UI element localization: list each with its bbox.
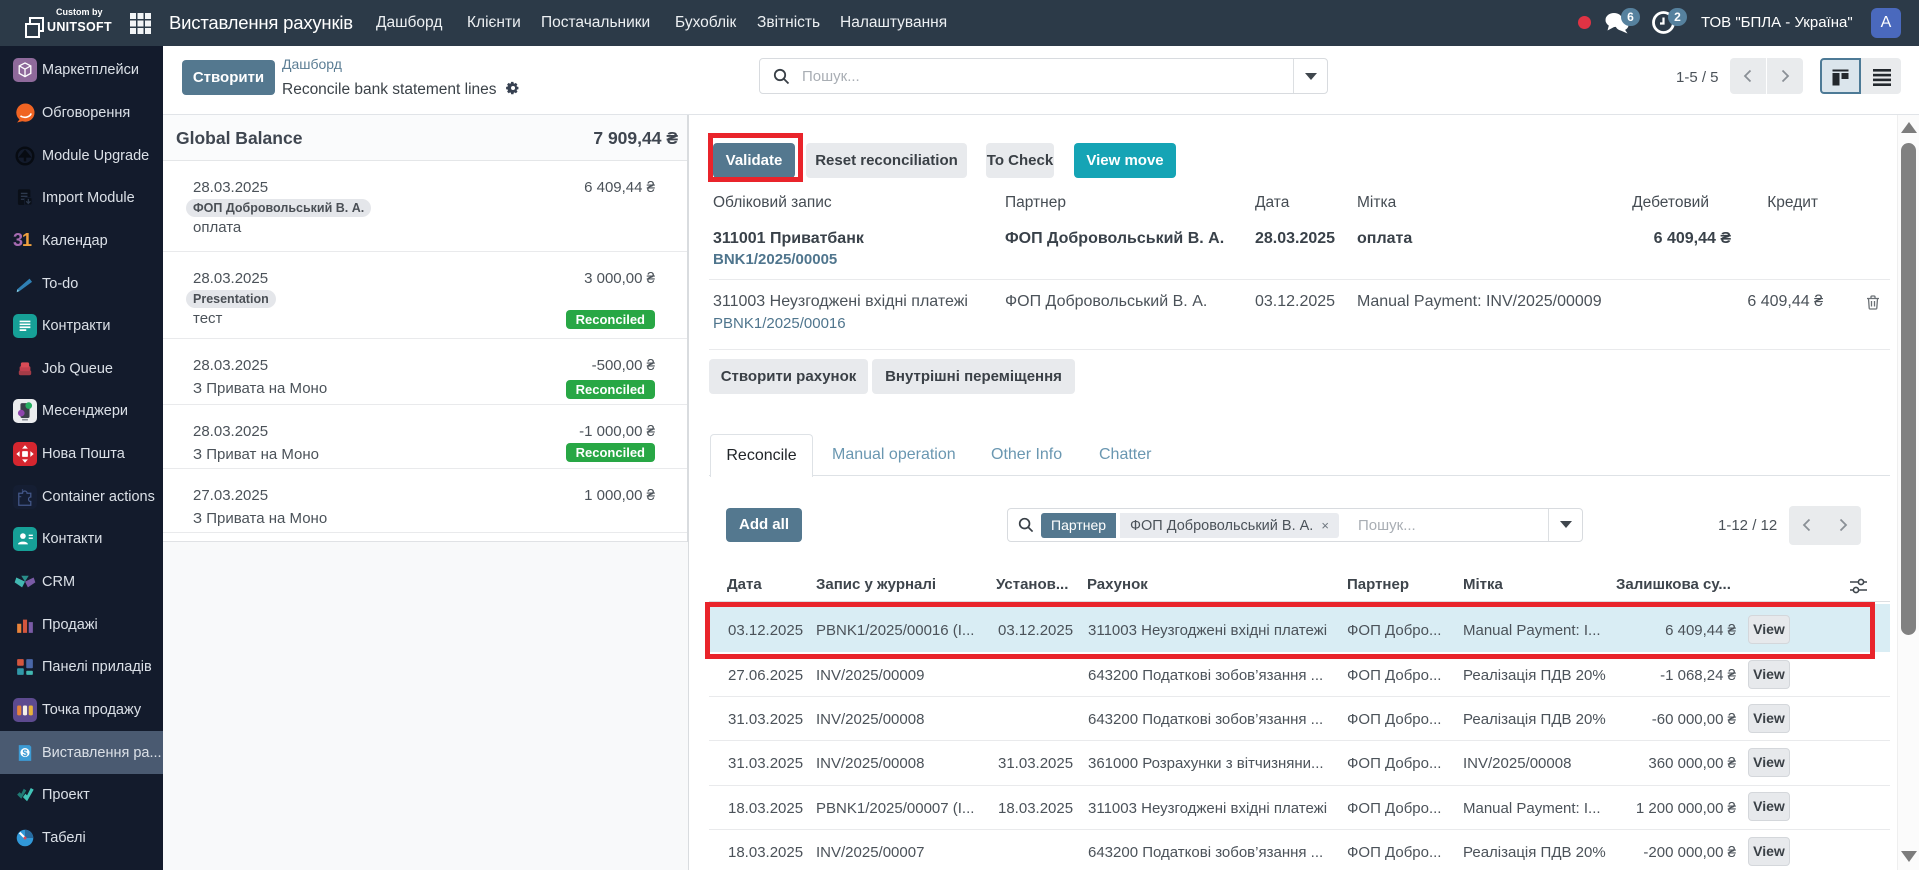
svg-text:$: $ (22, 747, 27, 757)
